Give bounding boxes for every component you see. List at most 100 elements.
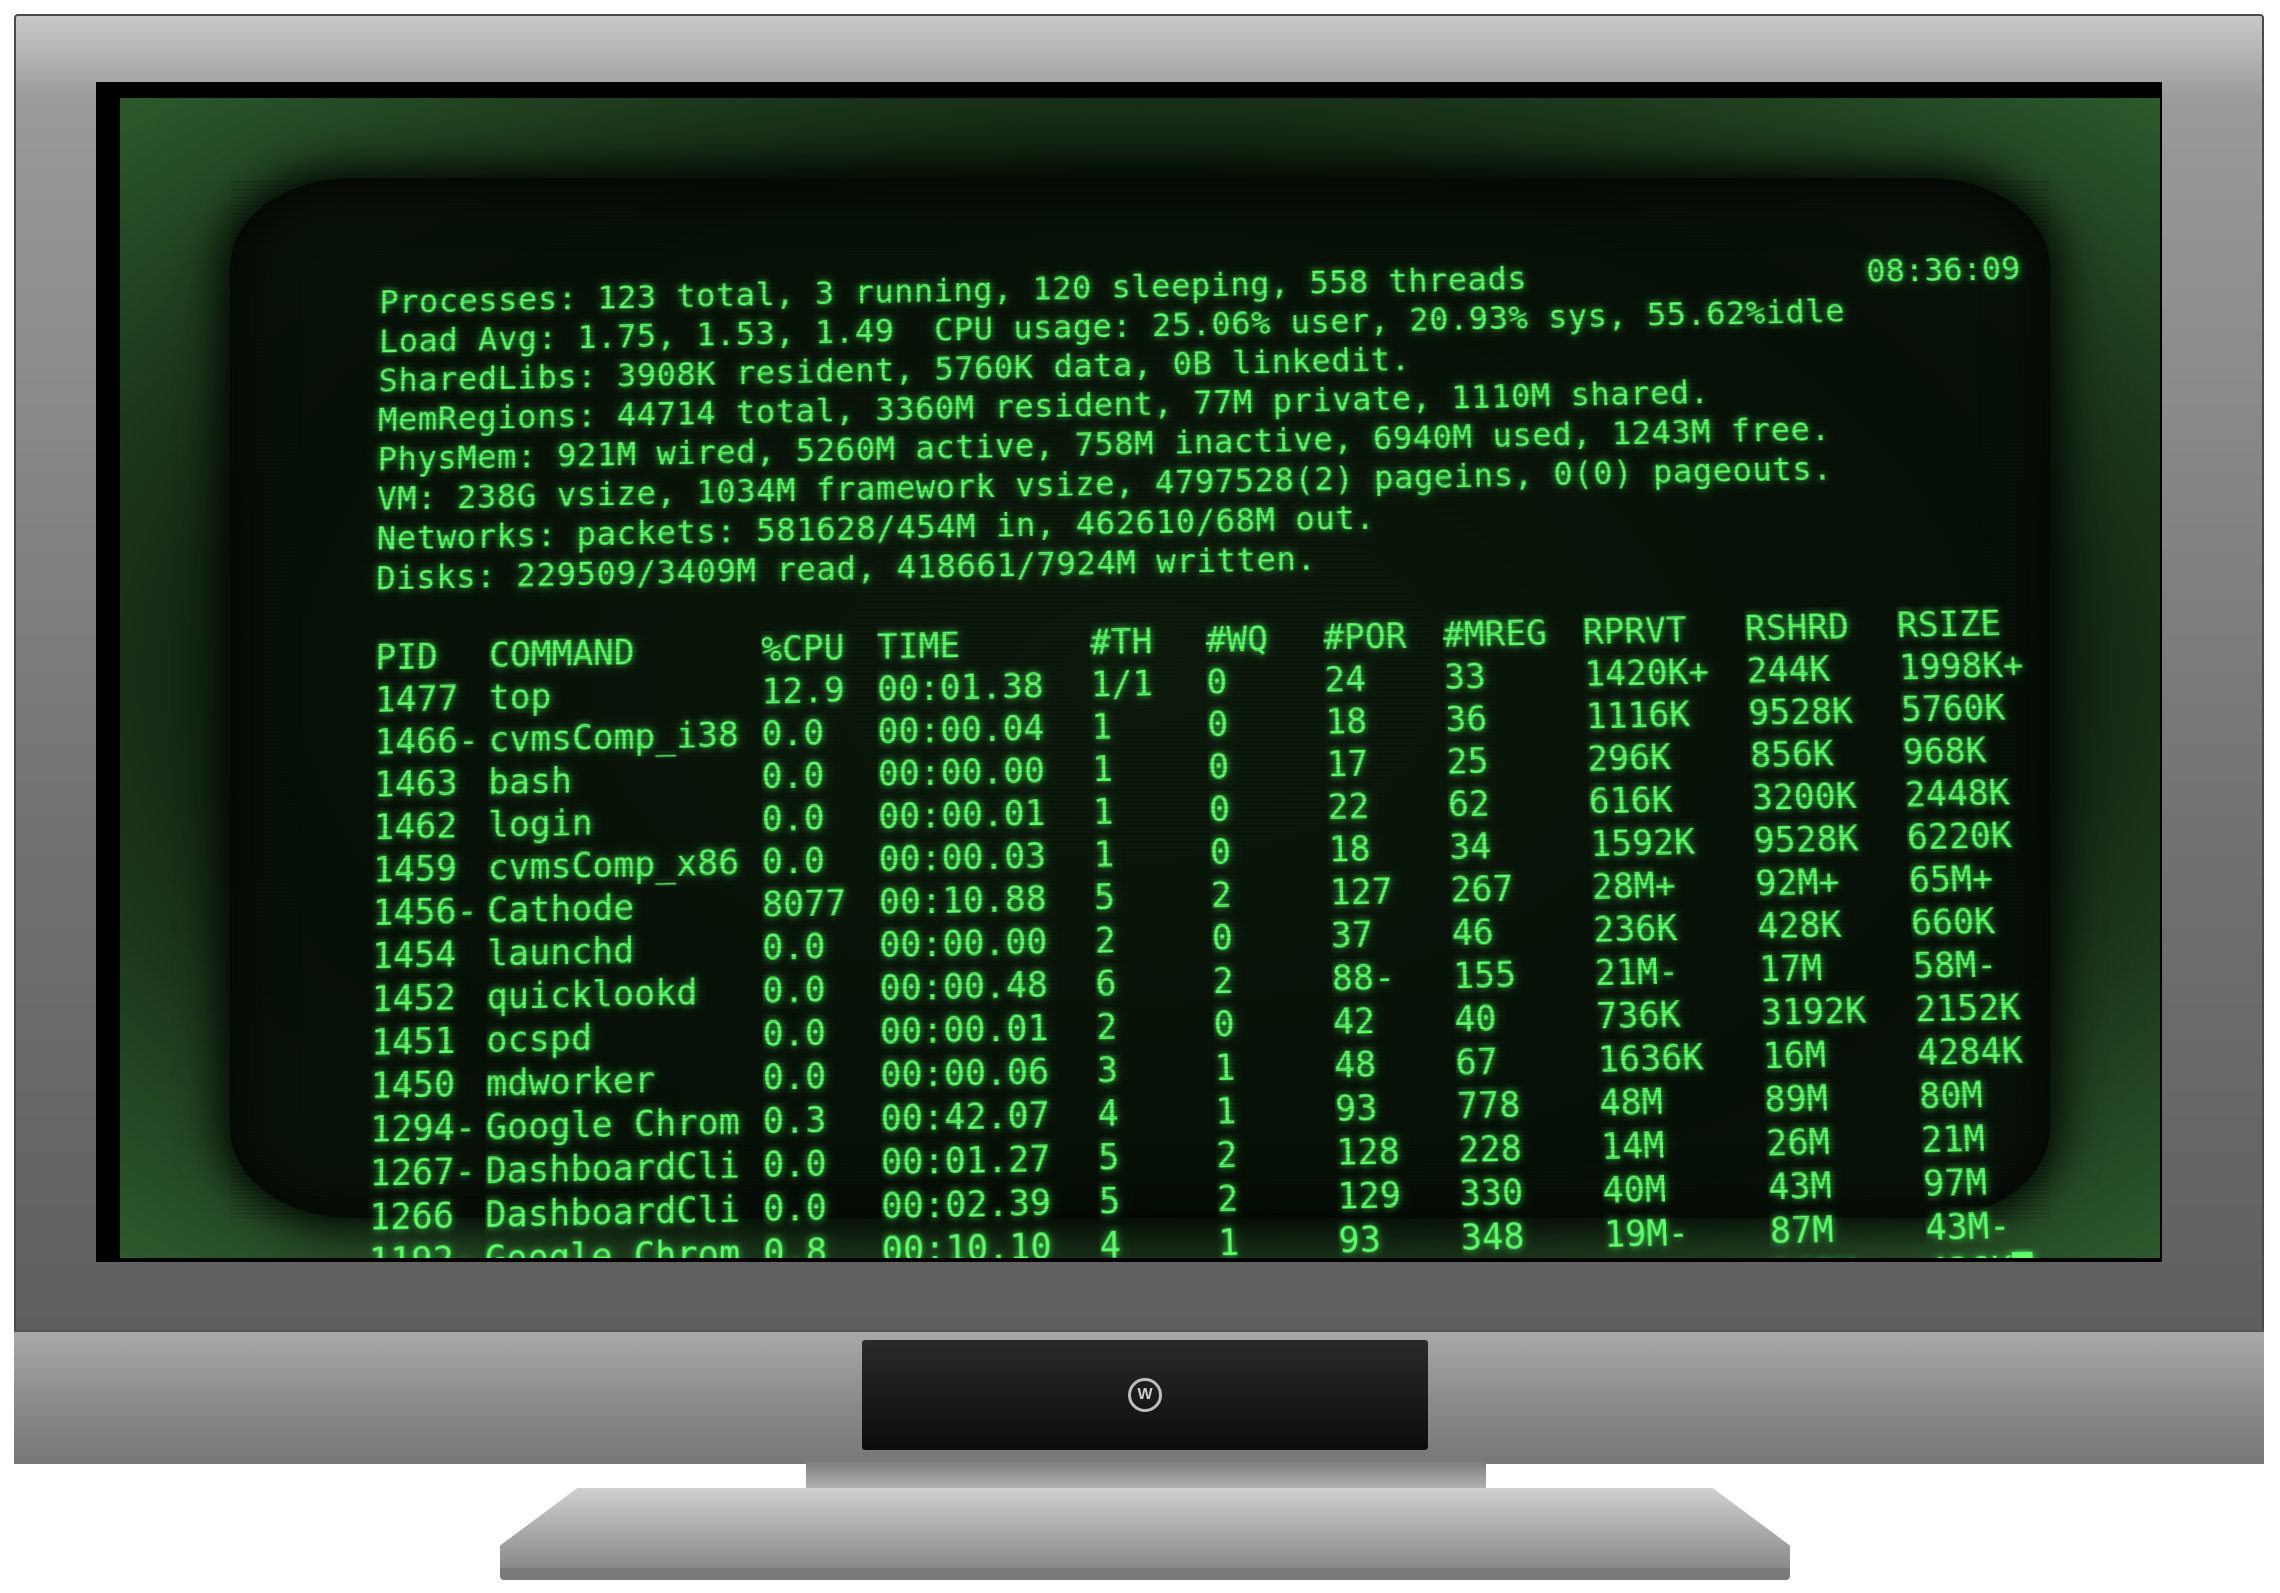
cell-threads: 4 xyxy=(1097,1092,1120,1136)
cell-pid: 1451 xyxy=(370,1020,456,1065)
cell-ports: 37 xyxy=(1330,914,1374,958)
cell-command: mdworker xyxy=(486,1059,656,1106)
cell-rshrd: 17M xyxy=(1758,947,1824,992)
cell-wq: 0 xyxy=(1211,917,1234,960)
cell-cpu: 0.0 xyxy=(762,1142,827,1187)
cell-rprvt: 1116K xyxy=(1585,694,1691,738)
cell-wq: 2 xyxy=(1212,960,1235,1003)
cell-ports: 18 xyxy=(1328,828,1372,872)
cell-rprvt: 1636K xyxy=(1597,1036,1705,1082)
cell-rsize: 6220K xyxy=(1906,814,2013,859)
cell-command: ocspd xyxy=(486,1017,593,1062)
cell-wq: 0 xyxy=(1213,1003,1236,1047)
cell-mregions: 33 xyxy=(1443,656,1487,699)
cell-pid: 1462 xyxy=(373,805,458,849)
terminal-screen[interactable]: 08:36:09 Processes: 123 total, 3 running… xyxy=(230,178,2050,1258)
cell-rsize: 4284K xyxy=(1916,1029,2024,1075)
tv-stand-base-edge xyxy=(500,1568,1790,1580)
cell-mregions: 330 xyxy=(1458,1171,1524,1216)
cell-cpu: 0.0 xyxy=(762,1055,827,1100)
cell-wq: 2 xyxy=(1215,1133,1238,1178)
clock: 08:36:09 xyxy=(1865,249,2022,291)
cell-wq: 0 xyxy=(1207,746,1230,789)
cell-pid: 1267- xyxy=(369,1150,476,1196)
cell-mregions: 40 xyxy=(1453,997,1498,1041)
cell-rshrd: 856K xyxy=(1749,733,1835,777)
cell-time: 00:00.01 xyxy=(879,1007,1049,1054)
cell-command: launchd xyxy=(486,930,635,976)
cell-ports: 18 xyxy=(1324,701,1368,744)
cell-rsize: 43M- xyxy=(1924,1204,2012,1250)
cell-command: cvmsComp_i38 xyxy=(488,714,739,762)
cell-rshrd: 244K xyxy=(1745,649,1831,692)
cell-pid: 1477 xyxy=(374,678,459,722)
cell-time: 00:00.04 xyxy=(877,707,1045,753)
cell-cpu: 0.8 xyxy=(763,1230,828,1258)
cell-threads: 2 xyxy=(1094,919,1117,963)
cell-rprvt: 236K xyxy=(1592,907,1679,952)
cell-rprvt: 21M- xyxy=(1594,950,1680,995)
cell-rsize: 968K xyxy=(1902,730,1988,774)
cell-pid: 1452 xyxy=(371,976,456,1021)
cell-cpu: 0.0 xyxy=(761,754,825,798)
column-header: COMMAND xyxy=(489,632,635,677)
cell-wq: 2 xyxy=(1216,1177,1239,1221)
cell-ports: 93 xyxy=(1334,1087,1378,1131)
cell-rsize: 2448K xyxy=(1904,772,2011,817)
cell-command: quicklookd xyxy=(486,971,698,1019)
cell-rprvt: 14M xyxy=(1600,1124,1666,1169)
column-header: #TH xyxy=(1089,621,1153,664)
cell-command: DashboardCli xyxy=(485,1188,741,1237)
cell-rshrd: 16M xyxy=(1761,1034,1827,1078)
cell-mregions: 25 xyxy=(1446,740,1490,784)
cell-threads: 5 xyxy=(1097,1136,1120,1180)
cell-mregions: 778 xyxy=(1456,1084,1522,1129)
cell-cpu: 0.0 xyxy=(763,1186,828,1231)
cell-cpu: 0.0 xyxy=(761,797,825,841)
cell-ports: 17 xyxy=(1325,743,1369,786)
cell-rprvt: 736K xyxy=(1595,993,1682,1038)
cell-ports: 88- xyxy=(1331,956,1396,1001)
cell-cpu: 0.0 xyxy=(761,840,825,884)
cell-rprvt: 48M xyxy=(1598,1081,1664,1125)
cell-cpu: 0.0 xyxy=(761,712,825,756)
cell-time: 00:00.01 xyxy=(878,792,1046,838)
cell-time: 00:10.88 xyxy=(878,878,1048,924)
cell-threads: 1 xyxy=(1091,706,1113,749)
cell-ports: 42 xyxy=(1332,1000,1376,1044)
cell-time: 00:00.06 xyxy=(880,1050,1050,1097)
cell-rprvt: 19M- xyxy=(1603,1211,1690,1257)
cell-wq: 1 xyxy=(1214,1090,1237,1134)
cell-ports: 128 xyxy=(1335,1130,1401,1175)
column-header: RPRVT xyxy=(1582,609,1688,654)
column-header: %CPU xyxy=(761,627,845,671)
cell-threads: 6 xyxy=(1095,962,1117,1006)
cell-ports: 93 xyxy=(1337,1218,1382,1258)
cell-wq: 2 xyxy=(1210,874,1233,917)
column-header: PID xyxy=(375,636,438,679)
cell-rprvt: 1420K+ xyxy=(1583,651,1710,696)
cell-mregions: 267 xyxy=(1449,868,1515,912)
brand-logo-icon: W xyxy=(1128,1378,1162,1412)
cell-rshrd: 9528K xyxy=(1747,690,1854,735)
cell-pid: 1450 xyxy=(370,1063,456,1108)
cell-rshrd: 9528K xyxy=(1752,818,1860,863)
cell-threads: 4 xyxy=(1099,1224,1122,1258)
cell-pid: 1192- xyxy=(368,1238,485,1258)
tv-stand-neck xyxy=(806,1462,1486,1490)
cell-pid: 1459 xyxy=(372,848,458,892)
cell-ports: 22 xyxy=(1327,785,1370,829)
cell-rsize: 5760K xyxy=(1900,687,2007,732)
cell-command: cvmsComp_x86 xyxy=(487,842,740,890)
cell-command: top xyxy=(488,676,552,719)
cell-rsize: 2152K xyxy=(1914,986,2022,1032)
process-table: PID COMMAND %CPU TIME #TH #WQ #POR #MREG… xyxy=(368,602,2095,1258)
cell-time: 00:00.00 xyxy=(879,921,1048,967)
cell-ports: 24 xyxy=(1323,658,1367,701)
cell-rshrd: 26M xyxy=(1765,1121,1831,1166)
cell-wq: 1 xyxy=(1217,1221,1240,1258)
cell-threads: 2 xyxy=(1095,1005,1118,1049)
cell-rsize: 65M+ xyxy=(1908,858,1994,902)
cell-command: login xyxy=(487,802,593,847)
cell-wq: 0 xyxy=(1208,788,1231,831)
